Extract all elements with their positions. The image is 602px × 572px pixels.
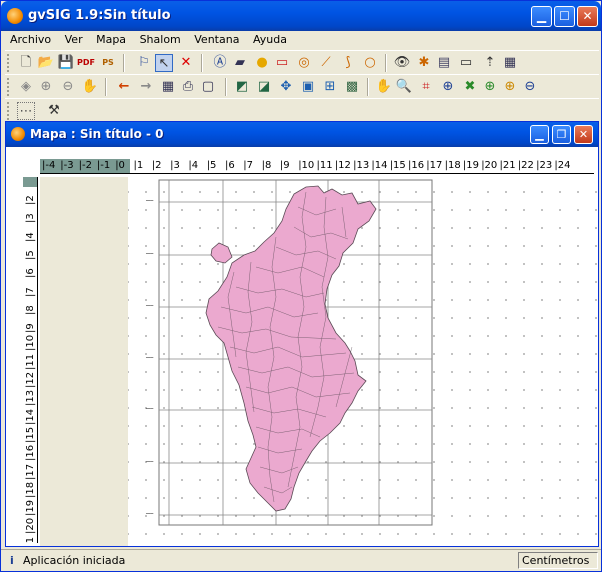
image-icon[interactable]: ▩ [343, 78, 361, 96]
region-map [205, 185, 377, 512]
separator [225, 78, 227, 96]
status-message: Aplicación iniciada [23, 554, 126, 567]
map-minimize-button[interactable]: ▁ [530, 125, 549, 144]
toolbar-row-3: ⋯ ⚒ [5, 98, 599, 122]
map-window-title: Mapa : Sin título - 0 [30, 127, 164, 141]
zoom-extent-icon[interactable]: ⌗ [417, 78, 435, 96]
menu-archivo[interactable]: Archivo [5, 31, 56, 46]
zoom-out-view-icon[interactable]: ⊕ [501, 78, 519, 96]
pan-icon[interactable]: ✋ [81, 78, 99, 96]
map-window-title-bar[interactable]: Mapa : Sin título - 0 ▁ ❐ ✕ [6, 122, 598, 147]
menu-ayuda[interactable]: Ayuda [248, 31, 292, 46]
svg-text:━━━: ━━━ [145, 251, 154, 256]
pdf-export-icon[interactable]: PDF [77, 54, 95, 72]
delete-icon[interactable]: ✕ [177, 54, 195, 72]
polygon-icon[interactable]: ⟆ [339, 54, 357, 72]
page-setup-icon[interactable]: ▢ [199, 78, 217, 96]
status-bar: i Aplicación iniciada Centímetros [1, 549, 601, 571]
scale-bar-icon[interactable]: ▭ [457, 54, 475, 72]
zoom-out-icon[interactable]: ⊖ [59, 78, 77, 96]
hand-icon[interactable]: ✋ [375, 78, 393, 96]
open-icon[interactable]: 📂 [37, 54, 55, 72]
zoom-in-view-icon[interactable]: ⊕ [481, 78, 499, 96]
table-icon[interactable]: ▤ [435, 54, 453, 72]
graticule-labels: ━━━ ━━━ ━━━ ━━━ ━━━ ━━━ ━━━ [145, 198, 154, 516]
title-bar[interactable]: gvSIG 1.9:Sin título ▁ ☐ ✕ [1, 1, 601, 31]
svg-text:━━━: ━━━ [145, 459, 154, 464]
move-icon[interactable]: ✥ [277, 78, 295, 96]
gvsig-logo-icon [7, 8, 23, 24]
toolbar-row-2: ◈ ⊕ ⊖ ✋ ← → ▦ ⎙ ▢ ◩ ◪ ✥ ▣ ⊞ ▩ ✋ 🔍 ⌗ ⊕ ✖ … [5, 74, 599, 98]
ps-export-icon[interactable]: PS [99, 54, 117, 72]
point-icon[interactable]: ● [253, 54, 271, 72]
zoom-in-icon[interactable]: ⊕ [37, 78, 55, 96]
back-icon[interactable]: ← [115, 78, 133, 96]
map-frame[interactable]: ━━━ ━━━ ━━━ ━━━ ━━━ ━━━ ━━━ [6, 147, 598, 546]
separator [123, 54, 125, 72]
layout-table-icon[interactable]: ▦ [159, 78, 177, 96]
menu-ventana[interactable]: Ventana [189, 31, 244, 46]
new-doc-icon[interactable]: 🗋 [17, 54, 35, 72]
units-field[interactable]: Centímetros [518, 552, 598, 569]
svg-text:━━━: ━━━ [145, 303, 154, 308]
rectangle-icon[interactable]: ▭ [273, 54, 291, 72]
info-icon: i [10, 554, 14, 567]
zoom-layer-icon[interactable]: ✖ [461, 78, 479, 96]
zoom-out2-icon[interactable]: ⊖ [521, 78, 539, 96]
ungroup-icon[interactable]: ⊞ [321, 78, 339, 96]
map-window: Mapa : Sin título - 0 ▁ ❐ ✕ |-4 |-3 |-2 |-1… [5, 121, 599, 547]
toolbar-grip[interactable] [7, 102, 10, 120]
svg-text:━━━: ━━━ [145, 511, 154, 516]
separator [201, 54, 203, 72]
menu-shalom[interactable]: Shalom [135, 31, 186, 46]
zoom-select-icon[interactable]: ⊕ [439, 78, 457, 96]
grid-toggle-icon[interactable]: ⋯ [17, 102, 35, 120]
layers-icon[interactable]: ◈ [17, 78, 35, 96]
separator [105, 78, 107, 96]
svg-text:━━━: ━━━ [145, 406, 154, 411]
map-zoom-prev-icon[interactable]: ◪ [255, 78, 273, 96]
layout-canvas[interactable]: |-4 |-3 |-2 |-1 |0 |1 |2 |3 |4 |5 |6 |7 |8 |9 |10 |11 |1… [6, 147, 598, 546]
app-title: gvSIG 1.9:Sin título [28, 8, 171, 23]
grid-icon[interactable]: ▦ [501, 54, 519, 72]
separator [385, 54, 387, 72]
north-arrow-icon[interactable]: ⇡ [481, 54, 499, 72]
toolbar-grip[interactable] [7, 78, 10, 96]
forward-icon[interactable]: → [137, 78, 155, 96]
map-restore-button[interactable]: ❐ [552, 125, 571, 144]
main-window: gvSIG 1.9:Sin título ▁ ☐ ✕ Archivo Ver M… [0, 0, 602, 572]
close-button[interactable]: ✕ [577, 6, 598, 27]
toolbar-row-1: 🗋 📂 💾 PDF PS ⚐ ↖ ✕ Ⓐ ▰ ● ▭ ◎ ⟋ ⟆ ○ 👁 ✱ ▤… [5, 50, 599, 74]
text-icon[interactable]: Ⓐ [211, 54, 229, 72]
minimize-button[interactable]: ▁ [531, 6, 552, 27]
info-select-icon[interactable]: ⚐ [135, 54, 153, 72]
ring-icon[interactable]: ○ [361, 54, 379, 72]
polyline-icon[interactable]: ⟋ [317, 54, 335, 72]
map-zoom-full-icon[interactable]: ◩ [233, 78, 251, 96]
print-icon[interactable]: ⎙ [179, 78, 197, 96]
separator [367, 78, 369, 96]
save-icon[interactable]: 💾 [57, 54, 75, 72]
circle-icon[interactable]: ◎ [295, 54, 313, 72]
pointer-icon[interactable]: ↖ [155, 54, 173, 72]
menu-bar: Archivo Ver Mapa Shalom Ventana Ayuda [5, 31, 599, 49]
gvsig-logo-icon [11, 127, 25, 141]
menu-ver[interactable]: Ver [60, 31, 88, 46]
svg-text:━━━: ━━━ [145, 198, 154, 203]
svg-text:━━━: ━━━ [145, 355, 154, 360]
zoom-view-icon[interactable]: 🔍 [395, 78, 413, 96]
maximize-button[interactable]: ☐ [554, 6, 575, 27]
insert-view-icon[interactable]: ▰ [231, 54, 249, 72]
menu-mapa[interactable]: Mapa [91, 31, 131, 46]
eye-icon[interactable]: 👁 [393, 54, 411, 72]
toolbar-grip[interactable] [7, 54, 10, 72]
tools-icon[interactable]: ⚒ [45, 102, 63, 120]
group-icon[interactable]: ▣ [299, 78, 317, 96]
legend-icon[interactable]: ✱ [415, 54, 433, 72]
map-close-button[interactable]: ✕ [574, 125, 593, 144]
